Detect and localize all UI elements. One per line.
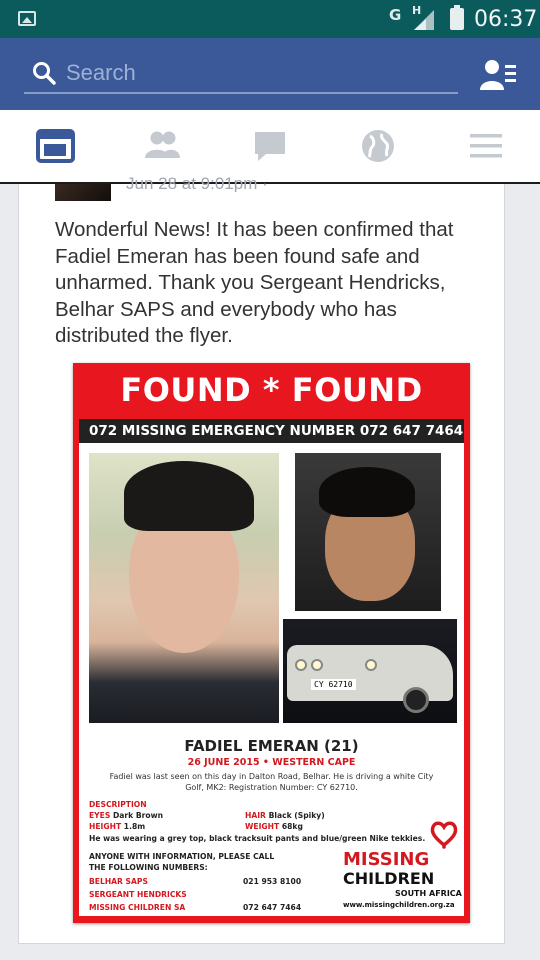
flyer-body: 072 MISSING EMERGENCY NUMBER 072 647 746… [79,419,464,916]
clock: 06:37 [474,7,538,32]
tab-bar [0,110,540,184]
eyes-value: Dark Brown [113,811,164,820]
search-header [0,38,540,110]
contact-heading-2: THE FOLLOWING NUMBERS: [89,863,208,872]
contact-number: 021 953 8100 [243,877,302,886]
weight-row: WEIGHT 68kg [245,822,303,831]
missing-person-name: FADIEL EMERAN (21) [184,737,359,755]
news-feed-icon[interactable] [36,126,76,166]
car-photo: CY 62710 [283,619,457,723]
clothing-text: He was wearing a grey top, black tracksu… [89,834,426,843]
weight-label: WEIGHT [245,822,280,831]
post-timestamp[interactable]: Jun 28 at 9:01pm · [126,174,268,192]
flyer-image[interactable]: FOUND * FOUND 072 MISSING EMERGENCY NUMB… [73,363,470,923]
contact-heading-1: ANYONE WITH INFORMATION, PLEASE CALL [89,852,275,861]
description-label: DESCRIPTION [89,800,147,809]
search-icon [33,62,56,85]
friends-icon[interactable] [142,126,182,166]
network-type-g: G [389,6,402,24]
globe-icon[interactable] [358,126,398,166]
logo-url: www.missingchildren.org.za [343,901,455,909]
avatar[interactable] [55,184,111,201]
car-plate: CY 62710 [311,679,356,690]
hair-label: HAIR [245,811,266,820]
logo-country: SOUTH AFRICA [395,889,462,898]
contact-name: MISSING CHILDREN SA [89,903,186,912]
height-label: HEIGHT [89,822,122,831]
eyes-label: EYES [89,811,111,820]
hair-value: Black (Spiky) [268,811,325,820]
search-bar[interactable] [24,54,458,94]
weight-value: 68kg [281,822,303,831]
menu-icon[interactable] [466,126,506,166]
eyes-row: EYES Dark Brown [89,811,163,820]
height-value: 1.8m [123,822,146,831]
missing-date-location: 26 JUNE 2015 • WESTERN CAPE [187,757,356,768]
signal-icon [414,10,434,30]
post-text: Wonderful News! It has been confirmed th… [55,218,454,347]
logo-missing: MISSING [343,849,430,870]
post-card: Jun 28 at 9:01pm · Wonderful News! It ha… [18,174,505,944]
contact-number: 072 647 7464 [243,903,302,912]
last-seen-text: Fadiel was last seen on this day in Dalt… [109,772,434,792]
contact-name: SERGEANT HENDRICKS [89,890,187,899]
search-input[interactable] [66,58,446,88]
flyer-headline: FOUND * FOUND [120,371,423,409]
heart-logo-icon [430,821,458,849]
battery-icon [450,5,464,30]
friend-requests-icon[interactable] [478,58,518,92]
logo-children: CHILDREN [343,869,435,888]
hair-row: HAIR Black (Spiky) [245,811,325,820]
messages-icon[interactable] [250,126,290,166]
image-notification-icon [18,11,36,26]
flyer-emergency-bar: 072 MISSING EMERGENCY NUMBER 072 647 746… [79,419,464,443]
portrait-photo [89,453,279,723]
status-bar: G H 06:37 [0,0,540,38]
contact-name: BELHAR SAPS [89,877,148,886]
height-row: HEIGHT 1.8m [89,822,145,831]
selfie-photo [295,453,441,611]
